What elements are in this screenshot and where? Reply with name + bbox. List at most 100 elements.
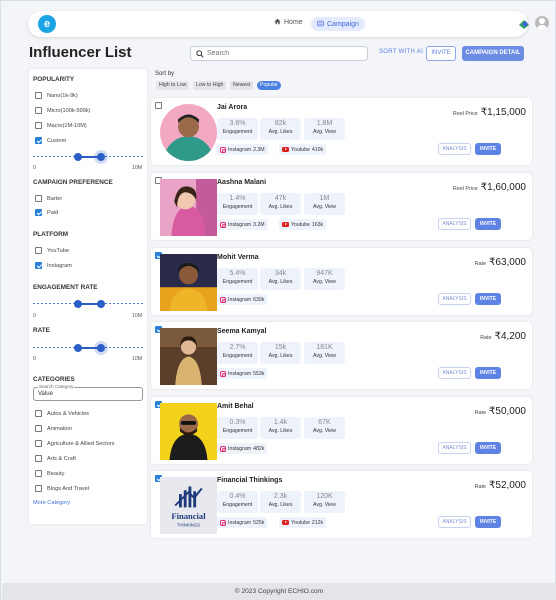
- influencer-card[interactable]: Amit Behal 0.3% Engagement 1.4k Avg. Likes…: [151, 397, 532, 464]
- instagram-icon: [220, 519, 226, 526]
- search-input[interactable]: [207, 50, 357, 57]
- popularity-max-label: 10M: [132, 165, 143, 171]
- instagram-badge: Instagram 553k: [217, 368, 268, 379]
- engagement-slider-min-handle[interactable]: [74, 300, 82, 308]
- influencer-card[interactable]: Financial THINKINGS Financial Thinkings 0…: [151, 471, 532, 538]
- influencer-photo: [160, 254, 217, 311]
- influencer-name: Aashna Malani: [217, 179, 267, 186]
- analysis-button[interactable]: ANALYSIS: [438, 442, 471, 454]
- agriculture-checkbox[interactable]: [35, 440, 42, 447]
- influencer-card[interactable]: Jai Arora 3.6% Engagement 82k Avg. Likes 1…: [151, 98, 532, 165]
- rate-slider-max-handle[interactable]: [97, 344, 105, 352]
- analysis-button[interactable]: ANALYSIS: [438, 218, 471, 230]
- filter-option-custom[interactable]: Custom: [35, 137, 66, 144]
- invite-influencer-button[interactable]: INVITE: [475, 143, 501, 155]
- barter-checkbox[interactable]: [35, 195, 42, 202]
- filter-option-macro[interactable]: Macro(1M-10M): [35, 122, 87, 129]
- category-option-blogs[interactable]: Blogs And Travel: [35, 485, 89, 492]
- analysis-button[interactable]: ANALYSIS: [438, 143, 471, 155]
- analysis-button[interactable]: ANALYSIS: [438, 516, 471, 528]
- more-category-link[interactable]: More Category: [33, 500, 70, 506]
- notification-icon[interactable]: [518, 17, 530, 35]
- category-option-autos[interactable]: Autos & Vehicles: [35, 410, 89, 417]
- micro-checkbox[interactable]: [35, 107, 42, 114]
- avg-view-stat: 181K Avg. View: [304, 342, 345, 364]
- nav-campaign[interactable]: Campaign: [311, 17, 365, 31]
- engagement-rate-slider[interactable]: [33, 299, 143, 309]
- influencer-price: Rate ₹4,200: [480, 331, 526, 342]
- rate-slider[interactable]: [33, 343, 143, 353]
- invite-influencer-button[interactable]: INVITE: [475, 293, 501, 305]
- analysis-button[interactable]: ANALYSIS: [438, 293, 471, 305]
- instagram-checkbox[interactable]: [35, 262, 42, 269]
- echio-logo[interactable]: e: [38, 15, 56, 33]
- influencer-card[interactable]: Mohit Verma 5.4% Engagement 34k Avg. Likes…: [151, 248, 532, 315]
- influencer-select-checkbox[interactable]: [155, 102, 162, 109]
- influencer-price: Reel Price ₹1,60,000: [452, 182, 526, 193]
- invite-button[interactable]: INVITE: [426, 46, 456, 61]
- popularity-slider-max-handle[interactable]: [97, 153, 105, 161]
- avg-view-stat: 67K Avg. View: [304, 417, 345, 439]
- filter-option-barter[interactable]: Barter: [35, 195, 62, 202]
- animation-checkbox[interactable]: [35, 425, 42, 432]
- sort-by-label: Sort by: [155, 71, 175, 77]
- app-frame: e Home Campaign Influencer List SORT WIT…: [0, 0, 556, 600]
- filter-option-youtube[interactable]: YouTube: [35, 247, 69, 254]
- search-icon: [196, 45, 204, 63]
- nav-home[interactable]: Home: [274, 18, 303, 27]
- popularity-slider[interactable]: [33, 152, 143, 162]
- blogs-checkbox[interactable]: [35, 485, 42, 492]
- influencer-photo: [160, 104, 217, 161]
- engagement-slider-max-handle[interactable]: [97, 300, 105, 308]
- autos-checkbox[interactable]: [35, 410, 42, 417]
- influencer-card[interactable]: Seema Kamyal 2.7% Engagement 15k Avg. Like…: [151, 322, 532, 389]
- campaign-icon: [317, 20, 324, 29]
- filter-option-nano[interactable]: Nano(1k-9k): [35, 92, 78, 99]
- filter-option-paid[interactable]: Paid: [35, 209, 58, 216]
- svg-text:Financial: Financial: [171, 511, 206, 521]
- nav-home-label: Home: [284, 19, 303, 26]
- analysis-button[interactable]: ANALYSIS: [438, 367, 471, 379]
- beauty-checkbox[interactable]: [35, 470, 42, 477]
- rate-slider-min-handle[interactable]: [74, 344, 82, 352]
- influencer-name: Seema Kamyal: [217, 328, 267, 335]
- category-search-value[interactable]: Value: [38, 391, 53, 397]
- category-search-label: Search Category: [38, 384, 75, 389]
- invite-influencer-button[interactable]: INVITE: [475, 367, 501, 379]
- youtube-badge: Youtube 410k: [279, 144, 327, 155]
- popularity-slider-min-handle[interactable]: [74, 153, 82, 161]
- filter-option-micro[interactable]: Micro(100k-999k): [35, 107, 91, 114]
- invite-influencer-button[interactable]: INVITE: [475, 442, 501, 454]
- influencer-price: Rate ₹63,000: [474, 257, 526, 268]
- influencer-card[interactable]: Aashna Malani 1.4% Engagement 47k Avg. Lik…: [151, 173, 532, 240]
- instagram-icon: [220, 221, 226, 228]
- youtube-checkbox[interactable]: [35, 247, 42, 254]
- invite-influencer-button[interactable]: INVITE: [475, 218, 501, 230]
- nano-checkbox[interactable]: [35, 92, 42, 99]
- category-search-field[interactable]: Search Category Value: [33, 384, 143, 401]
- sort-chip-popular[interactable]: Popular: [257, 81, 281, 90]
- filter-option-instagram[interactable]: Instagram: [35, 262, 72, 269]
- instagram-badge: Instagram 482k: [217, 443, 268, 454]
- custom-checkbox[interactable]: [35, 137, 42, 144]
- sort-chip-newest[interactable]: Newest: [230, 81, 254, 90]
- financial-thinkings-logo: Financial THINKINGS: [160, 477, 217, 534]
- sort-chip-low-to-high[interactable]: Low to High: [193, 81, 227, 90]
- avg-view-stat: 1M Avg. View: [304, 193, 345, 215]
- svg-text:THINKINGS: THINKINGS: [177, 522, 200, 527]
- category-option-beauty[interactable]: Beauty: [35, 470, 64, 477]
- sort-chip-high-to-low[interactable]: High to Low: [156, 81, 190, 90]
- category-option-arts[interactable]: Arts & Craft: [35, 455, 76, 462]
- paid-checkbox[interactable]: [35, 209, 42, 216]
- sort-with-ai-button[interactable]: SORT WITH AI: [379, 49, 423, 55]
- invite-influencer-button[interactable]: INVITE: [475, 516, 501, 528]
- influencer-price: Rate ₹50,000: [474, 406, 526, 417]
- user-avatar[interactable]: [535, 16, 549, 30]
- search-box[interactable]: [190, 46, 368, 61]
- category-option-animation[interactable]: Animation: [35, 425, 72, 432]
- avg-view-stat: 120K Avg. View: [304, 491, 345, 513]
- macro-checkbox[interactable]: [35, 122, 42, 129]
- campaign-detail-button[interactable]: CAMPAIGN DETAIL: [462, 46, 524, 61]
- arts-checkbox[interactable]: [35, 455, 42, 462]
- category-option-agriculture[interactable]: Agriculture & Allied Sectors: [35, 440, 114, 447]
